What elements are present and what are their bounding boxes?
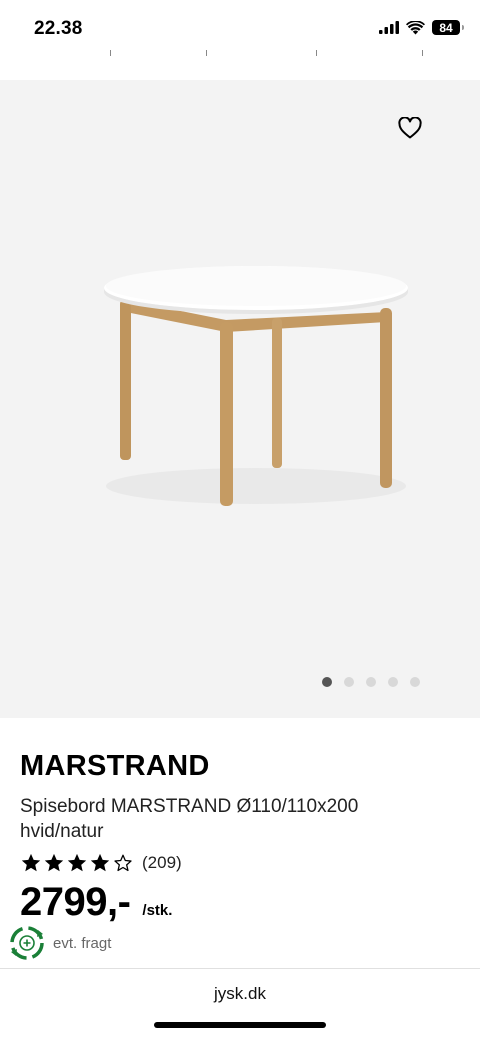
home-indicator[interactable] <box>154 1022 326 1028</box>
price-unit: /stk. <box>142 902 173 919</box>
star-outline-icon <box>114 854 132 872</box>
product-rating[interactable]: (209) <box>20 852 182 874</box>
browser-url[interactable]: jysk.dk <box>0 984 480 1004</box>
status-time: 22.38 <box>34 18 83 39</box>
heart-outline-icon <box>398 117 422 139</box>
gallery-dot-4[interactable] <box>388 677 398 687</box>
star-filled-icon <box>44 853 64 872</box>
product-image-table <box>104 266 408 506</box>
product-name[interactable]: Spisebord MARSTRAND Ø110/110x200 hvid/na… <box>20 794 440 844</box>
gallery-dot-1[interactable] <box>322 677 332 687</box>
battery-icon: 84 <box>432 20 464 35</box>
star-filled-icon <box>90 853 110 872</box>
gallery-dot-3[interactable] <box>366 677 376 687</box>
product-price: 2799,- <box>20 880 131 924</box>
product-brand: MARSTRAND <box>20 750 210 782</box>
gallery-pagination <box>322 677 420 687</box>
favorite-button[interactable] <box>396 114 424 142</box>
gallery-dot-2[interactable] <box>344 677 354 687</box>
shipping-text: evt. fragt <box>53 934 112 952</box>
tick <box>206 50 207 56</box>
price-row: 2799,- /stk. <box>20 880 172 925</box>
rating-stars <box>20 852 134 874</box>
product-gallery[interactable] <box>0 80 480 718</box>
tick <box>110 50 111 56</box>
cellular-signal-icon <box>379 21 399 34</box>
tick <box>422 50 423 56</box>
status-icons: 84 <box>379 20 464 35</box>
wifi-icon <box>406 20 425 34</box>
tick <box>316 50 317 56</box>
star-filled-icon <box>67 853 87 872</box>
shipping-info: evt. fragt <box>8 924 111 962</box>
battery-level: 84 <box>439 20 453 35</box>
recycle-delivery-icon <box>10 926 44 960</box>
toolbar-remnant <box>0 50 480 60</box>
divider <box>0 968 480 969</box>
gallery-dot-5[interactable] <box>410 677 420 687</box>
rating-count: (209) <box>142 853 182 872</box>
star-filled-icon <box>21 853 41 872</box>
